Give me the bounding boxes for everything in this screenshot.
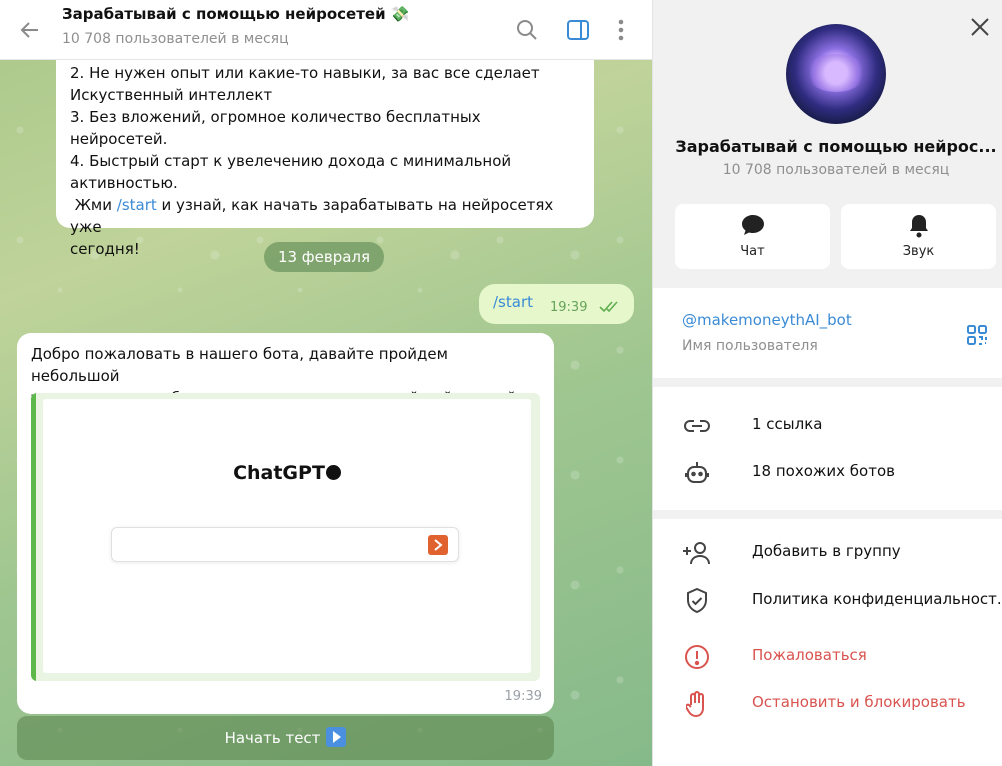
more-vertical-icon[interactable] — [604, 13, 638, 47]
privacy-policy-row[interactable]: Политика конфиденциальност... — [653, 581, 1002, 621]
qr-code-icon[interactable] — [966, 324, 988, 346]
message-line: активностью. — [70, 174, 178, 192]
start-test-label: Начать тест — [224, 729, 321, 747]
date-separator: 13 февраля — [264, 242, 384, 272]
sound-action-button[interactable]: Звук — [841, 204, 996, 269]
add-to-group-row[interactable]: Добавить в группу — [653, 533, 1002, 573]
similar-bots-label: 18 похожих ботов — [752, 462, 895, 480]
dot-icon — [325, 465, 341, 480]
chat-header: Зарабатывай с помощью нейросетей 💸 10 70… — [0, 0, 652, 60]
links-row[interactable]: 1 ссылка — [653, 406, 1002, 446]
outgoing-message-text[interactable]: /start — [493, 293, 533, 311]
message-line: Искуственный интеллект — [70, 86, 273, 104]
chat-pane: 2. Не нужен опыт или какие-то навыки, за… — [0, 0, 652, 766]
sidebar-toggle-icon[interactable] — [561, 13, 595, 47]
profile-name: Зарабатывай с помощью нейрос... — [675, 137, 997, 156]
back-arrow-icon[interactable] — [14, 14, 46, 46]
links-section: 1 ссылка 18 похожих ботов — [653, 387, 1002, 510]
username-link[interactable]: @makemoneythAI_bot — [682, 311, 852, 329]
message-text: Жми — [70, 196, 117, 214]
message-bubble-welcome: Добро пожаловать в нашего бота, давайте … — [17, 333, 554, 714]
double-check-icon — [599, 300, 623, 318]
preview-input-box — [111, 527, 459, 562]
link-icon — [682, 412, 712, 440]
preview-title-text: ChatGPT — [233, 462, 325, 484]
chat-title[interactable]: Зарабатывай с помощью нейросетей 💸 — [62, 5, 410, 23]
profile-header: Зарабатывай с помощью нейрос... 10 708 п… — [653, 0, 1002, 288]
message-line: 2. Не нужен опыт или какие-то навыки, за… — [70, 64, 540, 82]
profile-subtitle: 10 708 пользователей в месяц — [722, 162, 950, 178]
stop-and-block-label: Остановить и блокировать — [752, 693, 966, 711]
report-row[interactable]: Пожаловаться — [653, 637, 1002, 677]
chat-action-label: Чат — [740, 244, 765, 259]
link-preview[interactable]: ChatGPT — [31, 393, 540, 681]
username-section: @makemoneythAI_bot Имя пользователя — [653, 288, 1002, 378]
links-label: 1 ссылка — [752, 415, 823, 433]
search-icon[interactable] — [510, 13, 544, 47]
preview-title: ChatGPT — [43, 462, 531, 484]
privacy-policy-label: Политика конфиденциальност... — [752, 590, 1002, 608]
similar-bots-row[interactable]: 18 похожих ботов — [653, 453, 1002, 493]
message-line: 4. Быстрый старт к увелечению дохода с м… — [70, 152, 512, 170]
start-command-link[interactable]: /start — [117, 196, 157, 214]
actions-section: Добавить в группу Политика конфиденциаль… — [653, 519, 1002, 766]
preview-image: ChatGPT — [43, 399, 531, 673]
message-line: 3. Без вложений, огромное количество бес… — [70, 108, 481, 148]
bot-icon — [682, 459, 712, 487]
chat-bubble-icon — [675, 214, 830, 236]
report-label: Пожаловаться — [752, 646, 867, 664]
sound-action-label: Звук — [902, 244, 935, 259]
message-time: 19:39 — [550, 300, 588, 315]
add-to-group-label: Добавить в группу — [752, 542, 901, 560]
bell-icon — [841, 214, 996, 238]
send-arrow-icon — [428, 535, 448, 555]
play-icon — [326, 727, 347, 747]
username-label: Имя пользователя — [682, 338, 818, 354]
chat-action-button[interactable]: Чат — [675, 204, 830, 269]
hand-block-icon — [682, 690, 712, 718]
stop-and-block-row[interactable]: Остановить и блокировать — [653, 684, 1002, 724]
preview-accent-bar — [31, 393, 36, 681]
start-test-button[interactable]: Начать тест — [17, 716, 554, 760]
chat-subtitle: 10 708 пользователей в месяц — [62, 31, 289, 47]
message-line: Жми /start и узнай, как начать зарабатыв… — [70, 194, 580, 238]
avatar[interactable] — [786, 24, 886, 124]
outgoing-message: /start 19:39 — [479, 284, 634, 324]
welcome-line: Добро пожаловать в нашего бота, давайте … — [31, 345, 448, 385]
info-pane: Зарабатывай с помощью нейрос... 10 708 п… — [652, 0, 1002, 766]
close-icon[interactable] — [967, 14, 993, 40]
report-icon — [682, 643, 712, 671]
add-user-icon — [682, 539, 712, 567]
shield-check-icon — [682, 587, 712, 615]
message-time: 19:39 — [504, 689, 542, 704]
